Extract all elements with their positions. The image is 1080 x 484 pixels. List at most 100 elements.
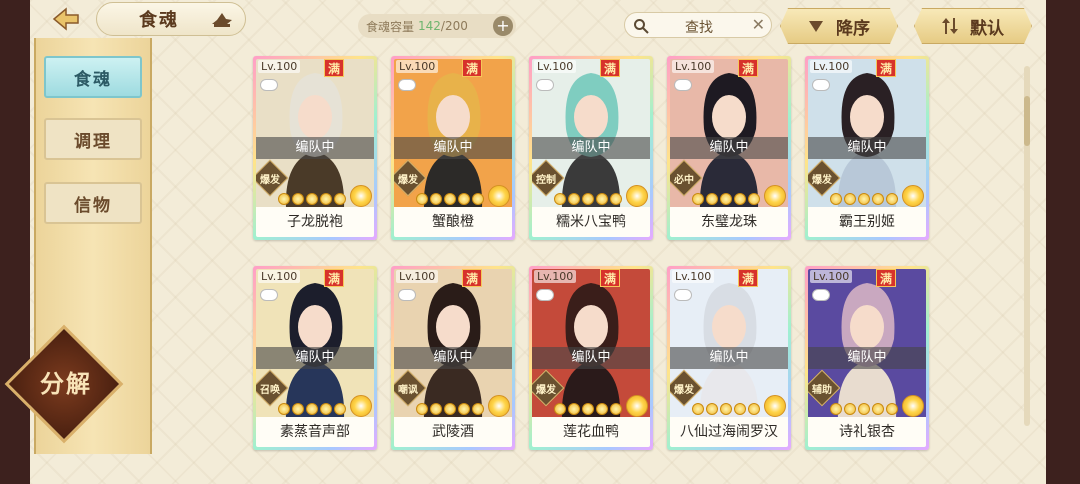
star-icon (872, 193, 884, 205)
back-button[interactable] (48, 4, 84, 34)
food-soul-card[interactable]: Lv.100 满 编队中 爆发 莲花血鸭 (529, 266, 653, 450)
card-frame: Lv.100 满 编队中 爆发 子龙脱袍 (256, 59, 374, 237)
team-status: 编队中 (256, 347, 374, 369)
character-name: 武陵酒 (394, 417, 512, 447)
star-icon (582, 193, 594, 205)
flower-emblem-icon (902, 185, 924, 207)
chat-bubble-icon[interactable] (536, 79, 554, 91)
chat-bubble-icon[interactable] (536, 289, 554, 301)
star-icon (334, 403, 346, 415)
flower-emblem-icon (350, 185, 372, 207)
star-icon (830, 193, 842, 205)
clear-search-icon[interactable]: ✕ (752, 15, 765, 34)
food-soul-card[interactable]: Lv.100 满 编队中 爆发 子龙脱袍 (253, 56, 377, 240)
card-frame: Lv.100 满 编队中 爆发 八仙过海闹罗汉 (670, 269, 788, 447)
character-name: 霸王别姬 (808, 207, 926, 237)
page-title-tab[interactable]: 食魂 (96, 2, 246, 36)
tab-cooking[interactable]: 调理 (44, 118, 142, 160)
card-frame: Lv.100 满 编队中 爆发 莲花血鸭 (532, 269, 650, 447)
star-icon (596, 403, 608, 415)
star-icon (844, 193, 856, 205)
level-label: Lv.100 (396, 60, 439, 73)
star-icon (734, 193, 746, 205)
team-status: 编队中 (808, 347, 926, 369)
star-icon (872, 403, 884, 415)
role-label: 召唤 (260, 385, 280, 396)
sort-mode-button[interactable]: 默认 (914, 8, 1032, 44)
chat-bubble-icon[interactable] (674, 79, 692, 91)
star-icon (320, 193, 332, 205)
star-rating (692, 403, 760, 415)
level-label: Lv.100 (258, 270, 301, 283)
food-soul-card[interactable]: Lv.100 满 编队中 爆发 八仙过海闹罗汉 (667, 266, 791, 450)
star-icon (706, 193, 718, 205)
star-icon (830, 403, 842, 415)
star-icon (610, 193, 622, 205)
role-label: 控制 (536, 175, 556, 186)
add-capacity-button[interactable]: + (493, 16, 513, 36)
chat-bubble-icon[interactable] (674, 289, 692, 301)
food-soul-card[interactable]: Lv.100 满 编队中 嘲讽 武陵酒 (391, 266, 515, 450)
hat-icon (212, 13, 232, 27)
star-icon (416, 403, 428, 415)
star-icon (334, 193, 346, 205)
food-soul-card[interactable]: Lv.100 满 编队中 辅助 诗礼银杏 (805, 266, 929, 450)
star-icon (472, 403, 484, 415)
level-label: Lv.100 (810, 60, 853, 73)
level-label: Lv.100 (534, 270, 577, 283)
star-icon (306, 193, 318, 205)
max-level-badge: 满 (324, 59, 344, 77)
tab-label: 调理 (74, 131, 112, 152)
max-level-badge: 满 (462, 59, 482, 77)
sort-order-label: 降序 (836, 18, 870, 39)
card-frame: Lv.100 满 编队中 嘲讽 武陵酒 (394, 269, 512, 447)
max-level-badge: 满 (600, 59, 620, 77)
team-status: 编队中 (808, 137, 926, 159)
role-label: 爆发 (812, 175, 832, 186)
tab-food-souls[interactable]: 食魂 (44, 56, 142, 98)
star-rating (278, 403, 346, 415)
role-label: 爆发 (536, 385, 556, 396)
star-icon (886, 403, 898, 415)
tab-tokens[interactable]: 信物 (44, 182, 142, 224)
food-soul-card[interactable]: Lv.100 满 编队中 必中 东璧龙珠 (667, 56, 791, 240)
role-label: 辅助 (812, 385, 832, 396)
food-soul-card[interactable]: Lv.100 满 编队中 召唤 素蒸音声部 (253, 266, 377, 450)
star-icon (706, 403, 718, 415)
decompose-label[interactable]: 分解 (26, 364, 106, 399)
sort-order-button[interactable]: 降序 (780, 8, 898, 44)
chat-bubble-icon[interactable] (260, 289, 278, 301)
capacity-display: 食魂容量 142 /200 + (358, 14, 516, 38)
star-icon (748, 403, 760, 415)
chat-bubble-icon[interactable] (260, 79, 278, 91)
food-soul-card[interactable]: Lv.100 满 编队中 爆发 霸王别姬 (805, 56, 929, 240)
card-frame: Lv.100 满 编队中 辅助 诗礼银杏 (808, 269, 926, 447)
capacity-max: /200 (440, 19, 468, 33)
card-frame: Lv.100 满 编队中 爆发 霸王别姬 (808, 59, 926, 237)
star-icon (292, 403, 304, 415)
team-status: 编队中 (670, 347, 788, 369)
chat-bubble-icon[interactable] (398, 79, 416, 91)
star-rating (416, 193, 484, 205)
chat-bubble-icon[interactable] (398, 289, 416, 301)
level-label: Lv.100 (258, 60, 301, 73)
role-label: 嘲讽 (398, 385, 418, 396)
food-soul-card[interactable]: Lv.100 满 编队中 控制 糯米八宝鸭 (529, 56, 653, 240)
star-rating (416, 403, 484, 415)
right-frame (1040, 0, 1080, 484)
flower-emblem-icon (488, 395, 510, 417)
chat-bubble-icon[interactable] (812, 79, 830, 91)
character-name: 八仙过海闹罗汉 (670, 417, 788, 447)
star-rating (554, 403, 622, 415)
food-soul-card[interactable]: Lv.100 满 编队中 爆发 蟹酿橙 (391, 56, 515, 240)
chat-bubble-icon[interactable] (812, 289, 830, 301)
star-icon (692, 403, 704, 415)
search-input[interactable]: 查找 ✕ (624, 12, 772, 38)
star-icon (596, 193, 608, 205)
star-rating (830, 193, 898, 205)
star-icon (568, 193, 580, 205)
character-name: 子龙脱袍 (256, 207, 374, 237)
star-icon (720, 193, 732, 205)
star-icon (444, 403, 456, 415)
scrollbar-thumb[interactable] (1024, 96, 1030, 146)
